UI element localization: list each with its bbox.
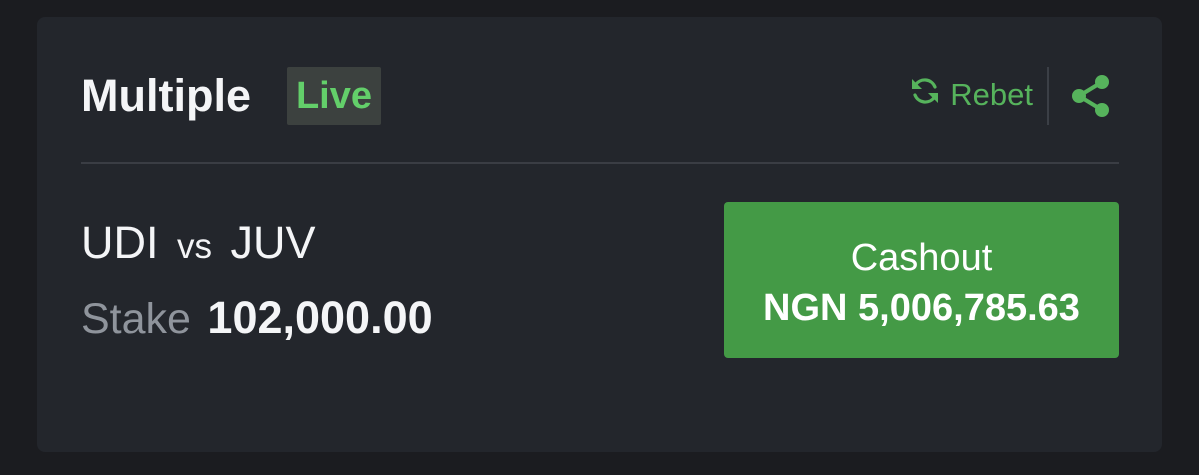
- bet-header: Multiple Live Rebet: [81, 67, 1119, 125]
- live-badge: Live: [287, 67, 381, 125]
- bet-type-title: Multiple: [81, 70, 251, 121]
- rebet-label: Rebet: [950, 77, 1033, 112]
- home-team: UDI: [81, 217, 159, 268]
- cashout-button[interactable]: Cashout NGN 5,006,785.63: [724, 202, 1119, 358]
- share-button[interactable]: [1069, 71, 1113, 121]
- away-team: JUV: [230, 217, 316, 268]
- refresh-icon: [908, 74, 950, 116]
- header-divider: [1047, 67, 1049, 125]
- stake-label: Stake: [81, 295, 191, 343]
- header-separator: [81, 162, 1119, 164]
- vs-label: vs: [177, 227, 213, 266]
- cashout-label: Cashout: [850, 237, 993, 279]
- stake-row: Stake 102,000.00: [81, 289, 433, 358]
- rebet-button[interactable]: Rebet: [908, 75, 1033, 115]
- share-icon: [1069, 75, 1113, 125]
- stake-value: 102,000.00: [207, 292, 433, 343]
- cashout-amount: NGN 5,006,785.63: [763, 287, 1080, 329]
- bet-card: Multiple Live Rebet UDI vs JUV Stake 102…: [37, 17, 1162, 452]
- match-teams: UDI vs JUV: [81, 217, 316, 273]
